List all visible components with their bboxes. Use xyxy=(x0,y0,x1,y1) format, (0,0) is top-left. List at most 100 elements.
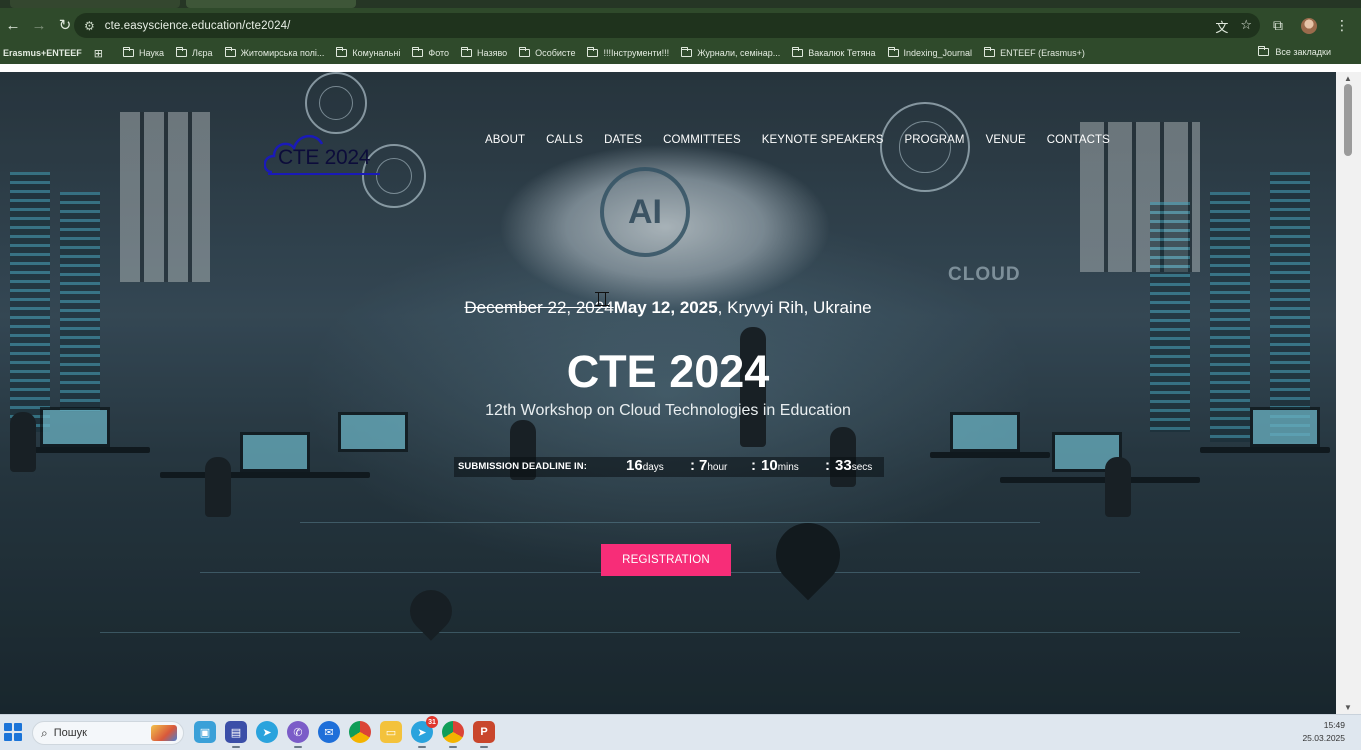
event-location: , Kryvyi Rih, Ukraine xyxy=(717,298,872,317)
taskbar-apps: ▣ ▤ ➤ ✆ ✉ ▭ ➤ 31 P xyxy=(194,716,495,748)
page-scrollbar[interactable]: ▲ ▼ xyxy=(1336,72,1361,714)
folder-icon xyxy=(681,47,693,57)
countdown-days: 16 days xyxy=(626,457,664,474)
bookmark-folder[interactable]: Назяво xyxy=(461,47,507,58)
forward-button[interactable]: → xyxy=(26,12,52,38)
page-viewport: AI CLOUD CTE 2024 ABOUT CALLS DATES COMM… xyxy=(0,72,1336,714)
registration-button[interactable]: REGISTRATION xyxy=(601,544,731,576)
countdown-secs: :33 secs xyxy=(825,457,873,474)
cloud-word-text: CLOUD xyxy=(948,264,1021,285)
bookmark-folder[interactable]: Житомирська полі... xyxy=(224,47,324,58)
bookmark-folder[interactable]: Фото xyxy=(412,47,449,58)
desk xyxy=(1200,447,1330,453)
bookmark-folder[interactable]: Indexing_Journal xyxy=(887,47,972,58)
bookmark-folder[interactable]: ENTEEF (Erasmus+) xyxy=(984,47,1085,58)
nav-contacts[interactable]: CONTACTS xyxy=(1047,134,1110,146)
extensions-icon[interactable]: ⧉ xyxy=(1273,17,1283,34)
bookmark-erasmus[interactable]: Erasmus+ENTEEF xyxy=(3,48,82,58)
search-placeholder: Пошук xyxy=(53,727,87,739)
new-date: May 12, 2025 xyxy=(613,298,718,317)
thunderbird-app-icon[interactable]: ✉ xyxy=(318,721,340,743)
chrome-app-icon[interactable] xyxy=(349,721,371,743)
scroll-up-icon[interactable]: ▲ xyxy=(1344,74,1352,83)
notification-badge: 31 xyxy=(426,716,438,728)
bookmark-folder[interactable]: Особисте xyxy=(519,47,575,58)
bookmark-folder[interactable]: Комунальні xyxy=(336,47,400,58)
profile-avatar[interactable] xyxy=(1301,17,1317,34)
telegram-app-icon-2[interactable]: ➤ 31 xyxy=(411,716,438,748)
scroll-down-icon[interactable]: ▼ xyxy=(1344,703,1352,712)
telegram-app-icon[interactable]: ➤ xyxy=(256,721,278,743)
scrollbar-thumb[interactable] xyxy=(1344,84,1352,156)
wifi-pin-icon xyxy=(762,509,854,601)
folder-icon xyxy=(984,47,996,57)
windows-start-icon[interactable] xyxy=(4,723,22,741)
viber-app-icon[interactable]: ✆ xyxy=(287,721,309,748)
person-silhouette xyxy=(1105,457,1131,517)
all-bookmarks[interactable]: Все закладки xyxy=(1258,46,1331,57)
browser-tab-active[interactable] xyxy=(186,0,356,8)
windows-taskbar: ⌕ Пошук ▣ ▤ ➤ ✆ ✉ ▭ ➤ 31 P 15:49 25.03.20… xyxy=(0,714,1361,750)
nav-committees[interactable]: COMMITTEES xyxy=(663,134,741,146)
old-date: December 22, 2024 xyxy=(464,298,614,317)
folder-icon xyxy=(519,47,531,57)
folder-icon xyxy=(587,47,599,57)
folder-icon xyxy=(176,47,188,57)
powerpoint-app-icon[interactable]: P xyxy=(473,721,495,748)
ai-emblem: AI xyxy=(600,167,690,257)
globe-icon xyxy=(305,72,367,134)
address-bar[interactable]: ⚙ cte.easyscience.education/cte2024/ 文 ☆ xyxy=(74,13,1260,38)
floor-line xyxy=(300,522,1040,523)
browser-toolbar: ← → ↻ ⚙ cte.easyscience.education/cte202… xyxy=(0,8,1361,42)
site-nav: ABOUT CALLS DATES COMMITTEES KEYNOTE SPE… xyxy=(485,134,1131,146)
taskbar-search[interactable]: ⌕ Пошук xyxy=(32,721,184,745)
clock-time: 15:49 xyxy=(1323,720,1345,730)
folder-icon xyxy=(792,47,804,57)
search-icon: ⌕ xyxy=(41,725,48,740)
page-top-gap xyxy=(0,64,1361,72)
nav-program[interactable]: PROGRAM xyxy=(904,134,964,146)
bookmark-folder[interactable]: Лєра xyxy=(176,47,213,58)
folder-icon xyxy=(887,47,899,57)
floor-line xyxy=(100,632,1240,633)
monitor xyxy=(240,432,310,472)
nav-venue[interactable]: VENUE xyxy=(986,134,1026,146)
widgets-app-icon[interactable]: ▣ xyxy=(194,721,216,743)
nav-calls[interactable]: CALLS xyxy=(546,134,583,146)
submission-countdown: SUBMISSION DEADLINE IN: 16 days :7 hour :1… xyxy=(454,457,884,477)
person-silhouette xyxy=(10,412,36,472)
folder-icon xyxy=(336,47,348,57)
address-url: cte.easyscience.education/cte2024/ xyxy=(104,19,291,32)
nav-about[interactable]: ABOUT xyxy=(485,134,525,146)
apps-grid-icon[interactable]: ⊞ xyxy=(94,47,103,60)
save-app-icon[interactable]: ▤ xyxy=(225,721,247,748)
site-logo[interactable]: CTE 2024 xyxy=(264,128,384,178)
bookmark-folder[interactable]: Вакалюк Тетяна xyxy=(792,47,876,58)
folder-icon xyxy=(123,47,134,57)
bookmark-folder[interactable]: Наука xyxy=(123,47,164,58)
site-info-icon[interactable]: ⚙ xyxy=(84,19,95,33)
browser-tab[interactable] xyxy=(10,0,180,8)
text-cursor-icon xyxy=(595,292,609,306)
bookmark-folder[interactable]: !!!Інструменти!!! xyxy=(587,47,669,58)
desk xyxy=(160,472,370,478)
bookmark-folder[interactable]: Журнали, семінар... xyxy=(681,47,780,58)
event-date-line: December 22, 2024May 12, 2025, Kryvyi Ri… xyxy=(0,298,1336,318)
desk xyxy=(20,447,150,453)
browser-tab-strip xyxy=(0,0,1361,8)
countdown-mins: :10 mins xyxy=(751,457,799,474)
countdown-hours: :7 hour xyxy=(690,457,728,474)
file-explorer-icon[interactable]: ▭ xyxy=(380,721,402,743)
folder-icon xyxy=(1258,46,1270,56)
nav-keynote-speakers[interactable]: KEYNOTE SPEAKERS xyxy=(762,134,884,146)
nav-dates[interactable]: DATES xyxy=(604,134,642,146)
chrome-active-app-icon[interactable] xyxy=(442,721,464,748)
system-clock[interactable]: 15:49 25.03.2025 xyxy=(1302,719,1345,745)
translate-icon[interactable]: 文 xyxy=(1215,17,1228,36)
search-highlight-icon xyxy=(151,725,177,741)
browser-menu-icon[interactable]: ⋮ xyxy=(1335,17,1349,34)
desk xyxy=(930,452,1050,458)
countdown-label: SUBMISSION DEADLINE IN: xyxy=(458,461,587,472)
bookmark-star-icon[interactable]: ☆ xyxy=(1240,17,1252,36)
back-button[interactable]: ← xyxy=(0,12,26,38)
